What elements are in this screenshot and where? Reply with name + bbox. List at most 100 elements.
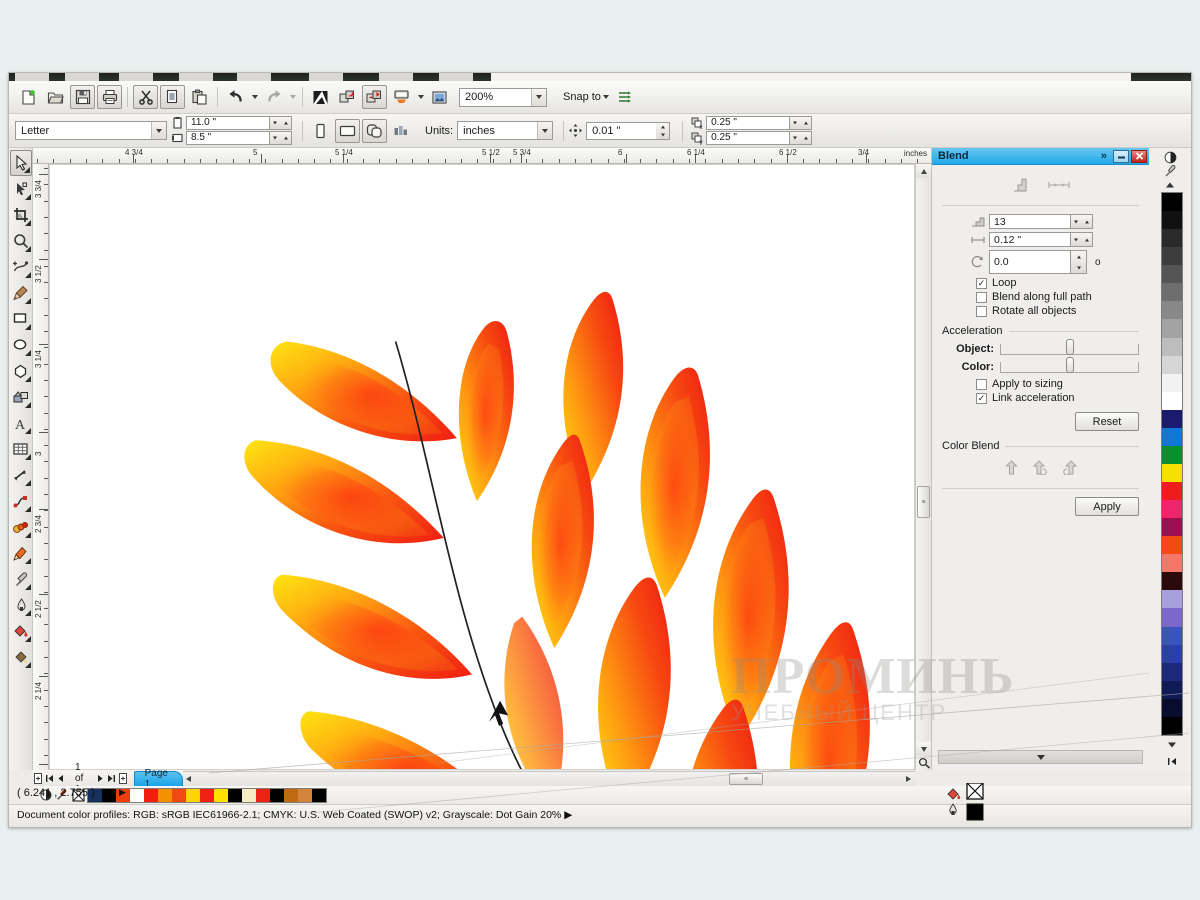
palette-swatch[interactable]	[158, 788, 172, 802]
snap-to-dropdown-arrow[interactable]	[601, 86, 612, 108]
dimension-tool[interactable]	[10, 462, 32, 488]
pick-tool[interactable]	[10, 150, 32, 176]
freehand-tool[interactable]	[10, 254, 32, 280]
redo-dropdown-arrow[interactable]	[287, 86, 298, 108]
palette-swatch[interactable]	[1162, 427, 1182, 446]
page-height-stepper[interactable]	[270, 131, 292, 145]
chevron-down-icon[interactable]	[537, 122, 553, 139]
palette-swatch[interactable]	[1162, 193, 1182, 212]
scroll-up-button[interactable]	[916, 164, 932, 178]
canvas-horizontal-scrollbar[interactable]: ≡	[181, 771, 915, 786]
palette-swatch[interactable]	[1162, 572, 1182, 591]
vertical-ruler[interactable]: 3 3/43 1/23 1/432 3/42 1/22 1/42inches	[33, 164, 49, 770]
palette-swatch[interactable]	[1162, 608, 1182, 627]
portrait-orientation-button[interactable]	[308, 119, 333, 143]
vertical-scroll-thumb[interactable]: ≡	[917, 486, 930, 518]
next-page-button[interactable]	[96, 771, 105, 785]
prev-page-button[interactable]	[56, 771, 65, 785]
direct-blend-button[interactable]	[1004, 460, 1019, 478]
palette-home-button[interactable]	[1161, 754, 1183, 768]
color-eyedropper-tool[interactable]	[10, 566, 32, 592]
palette-swatch[interactable]	[1162, 698, 1182, 717]
coordinates-expand-arrow[interactable]: ▶	[119, 787, 126, 798]
add-page-after-button[interactable]	[118, 771, 128, 785]
duplicate-x-input[interactable]: 0.25 "	[706, 116, 791, 130]
apply-to-sizing-row[interactable]: Apply to sizing	[976, 378, 1139, 390]
outline-tool[interactable]	[10, 592, 32, 618]
current-page-button[interactable]	[389, 119, 414, 143]
blend-along-full-path-checkbox[interactable]	[976, 291, 987, 303]
palette-swatch[interactable]	[1162, 680, 1182, 699]
palette-swatch[interactable]	[1162, 500, 1182, 519]
docker-minimize-button[interactable]	[1113, 149, 1129, 163]
blend-spacing-input[interactable]: 0.12 "	[989, 232, 1071, 247]
horizontal-scroll-thumb[interactable]: ≡	[729, 773, 763, 785]
rotate-all-objects-row[interactable]: Rotate all objects	[976, 305, 1139, 317]
object-acceleration-slider[interactable]	[1000, 338, 1139, 355]
palette-swatch[interactable]	[102, 788, 116, 802]
page-width-input[interactable]: 11.0 "	[186, 116, 270, 130]
paper-type-combo[interactable]: Letter	[15, 121, 167, 140]
scroll-left-button[interactable]	[181, 772, 195, 786]
snap-to-label[interactable]: Snap to	[563, 91, 601, 103]
palette-swatch[interactable]	[1162, 211, 1182, 230]
color-profiles-expand-arrow[interactable]: ▶	[564, 809, 572, 821]
drawing-canvas[interactable]	[49, 164, 915, 770]
docker-title-bar[interactable]: Blend »	[932, 148, 1149, 165]
polygon-tool[interactable]	[10, 358, 32, 384]
blend-steps-input[interactable]: 13	[989, 214, 1071, 229]
palette-eyedropper-button[interactable]	[1161, 164, 1179, 178]
blend-spacing-stepper[interactable]	[1071, 232, 1093, 247]
blend-steps-stepper[interactable]	[1071, 214, 1093, 229]
palette-swatch[interactable]	[1162, 355, 1182, 374]
palette-swatch[interactable]	[312, 788, 326, 802]
palette-scroll-down-button[interactable]	[1161, 738, 1183, 752]
fill-tool[interactable]	[10, 618, 32, 644]
units-combo[interactable]: inches	[457, 121, 554, 140]
palette-swatch[interactable]	[1162, 644, 1182, 663]
paste-button[interactable]	[187, 85, 212, 109]
canvas-vertical-scrollbar[interactable]: ≡	[915, 164, 932, 770]
palette-swatch[interactable]	[1162, 445, 1182, 464]
docker-close-button[interactable]	[1131, 149, 1147, 163]
page-tab-page-1[interactable]: Page 1	[133, 768, 183, 790]
duplicate-y-input[interactable]: 0.25 "	[706, 131, 791, 145]
palette-swatch[interactable]	[1162, 626, 1182, 645]
palette-scroll-up-button[interactable]	[1161, 178, 1179, 192]
palette-swatch[interactable]	[1162, 373, 1182, 392]
undo-button[interactable]	[223, 85, 248, 109]
duplicate-y-stepper[interactable]	[790, 131, 813, 145]
apply-button[interactable]: Apply	[1075, 497, 1139, 516]
copy-button[interactable]	[160, 85, 185, 109]
palette-swatch[interactable]	[1162, 283, 1182, 302]
palette-swatch[interactable]	[1162, 554, 1182, 573]
palette-swatch[interactable]	[242, 788, 256, 802]
table-tool[interactable]	[10, 436, 32, 462]
palette-swatch[interactable]	[130, 788, 144, 802]
palette-swatch[interactable]	[284, 788, 298, 802]
application-launcher-button[interactable]	[389, 85, 414, 109]
export-button[interactable]	[335, 85, 360, 109]
ellipse-tool[interactable]	[10, 332, 32, 358]
palette-swatch[interactable]	[228, 788, 242, 802]
artistic-media-tool[interactable]	[10, 280, 32, 306]
palette-options-button[interactable]	[1161, 150, 1179, 164]
palette-swatch[interactable]	[298, 788, 312, 802]
blend-rotation-input[interactable]: 0.0	[989, 250, 1071, 274]
rotate-all-objects-checkbox[interactable]	[976, 305, 987, 317]
loop-checkbox[interactable]: ✓	[976, 277, 987, 289]
palette-swatch[interactable]	[1162, 518, 1182, 537]
counterclockwise-blend-button[interactable]	[1062, 460, 1078, 478]
slider-thumb[interactable]	[1065, 338, 1074, 355]
palette-swatch[interactable]	[1162, 662, 1182, 681]
crop-tool[interactable]	[10, 202, 32, 228]
text-tool[interactable]: A	[10, 410, 32, 436]
apply-to-sizing-checkbox[interactable]	[976, 378, 987, 390]
zoom-tool[interactable]	[10, 228, 32, 254]
palette-swatch[interactable]	[200, 788, 214, 802]
scroll-down-button[interactable]	[916, 742, 932, 756]
palette-swatch[interactable]	[1162, 229, 1182, 248]
palette-swatch[interactable]	[1162, 463, 1182, 482]
palette-swatch[interactable]	[1162, 590, 1182, 609]
new-document-button[interactable]	[16, 85, 41, 109]
